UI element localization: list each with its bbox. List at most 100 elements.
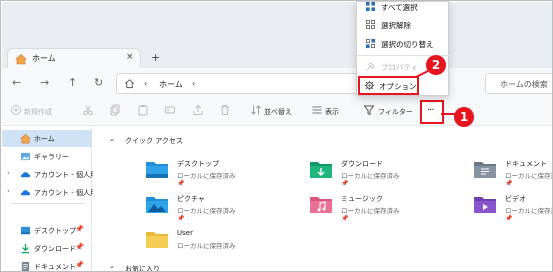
menu-item-label: 選択の切り替え	[381, 40, 434, 49]
folder-status: ローカルに保存済み	[505, 172, 552, 180]
folder-status: ローカルに保存済み	[177, 172, 236, 180]
breadcrumb-chevron[interactable]: ›	[192, 79, 195, 88]
refresh-button[interactable]: ↻	[94, 76, 103, 89]
delete-icon[interactable]	[219, 104, 231, 116]
folder-name: User	[177, 229, 193, 237]
sidebar-item-label: アカウント - 個人用	[34, 171, 97, 179]
pin-icon: 📌	[75, 225, 84, 233]
pictures-folder-icon	[146, 197, 168, 213]
sidebar-item-label: デスクトップ	[34, 227, 76, 235]
pin-icon: 📌	[505, 180, 513, 187]
sidebar-item-onedrive-2[interactable]: › アカウント - 個人用	[2, 184, 97, 201]
downloads-folder-icon	[310, 162, 332, 178]
folder-music[interactable]: ミュージック ローカルに保存済み 📌	[309, 191, 459, 225]
chevron-down-icon[interactable]: ⌄	[109, 262, 115, 270]
filter-icon	[363, 105, 375, 116]
menu-item-select-none[interactable]: 選択解除	[357, 16, 450, 33]
menu-item-select-all[interactable]: すべて選択	[357, 1, 450, 15]
ellipsis-icon: ···	[427, 105, 434, 116]
new-icon	[11, 105, 21, 115]
select-none-icon	[366, 20, 375, 29]
download-icon	[21, 243, 30, 254]
onedrive-icon	[20, 190, 31, 196]
folder-name: デスクトップ	[177, 160, 219, 168]
chevron-right-icon[interactable]: ›	[7, 169, 10, 177]
breadcrumb-separator: ›	[144, 79, 148, 88]
properties-icon	[366, 62, 375, 71]
desktop-icon	[20, 226, 31, 235]
pin-icon: 📌	[341, 180, 349, 187]
onedrive-icon	[20, 172, 31, 178]
folder-status: ローカルに保存済み	[177, 242, 236, 250]
sidebar-item-label: ドキュメント	[34, 263, 76, 271]
menu-item-options[interactable]: オプション	[358, 76, 419, 95]
tab-close-button[interactable]: ×	[126, 52, 134, 62]
sidebar-item-label: ギャラリー	[34, 153, 69, 161]
music-folder-icon	[310, 197, 332, 213]
sort-button[interactable]: 並べ替え	[264, 107, 292, 117]
documents-folder-icon	[474, 162, 496, 178]
folder-user[interactable]: User ローカルに保存済み	[145, 226, 295, 260]
sidebar-item-onedrive-1[interactable]: › アカウント - 個人用	[2, 166, 97, 183]
address-row: ← → ↑ ↻ › ホーム › ホームの検索	[2, 68, 552, 98]
folder-downloads[interactable]: ダウンロード ローカルに保存済み 📌	[309, 156, 459, 190]
documents-icon	[21, 261, 30, 271]
options-gear-icon	[364, 80, 375, 91]
tab-home[interactable]: ホーム ×	[7, 48, 141, 70]
paste-icon[interactable]	[137, 104, 149, 116]
folder-desktop[interactable]: デスクトップ ローカルに保存済み 📌	[145, 156, 295, 190]
rename-icon[interactable]	[164, 104, 176, 116]
folder-pictures[interactable]: ピクチャ ローカルに保存済み 📌	[145, 191, 295, 225]
sidebar-item-label: ホーム	[34, 135, 55, 143]
select-all-icon	[365, 1, 376, 12]
pin-icon: 📌	[75, 261, 84, 269]
sidebar-item-home[interactable]: ホーム	[2, 130, 92, 147]
copy-icon[interactable]	[109, 104, 121, 116]
invert-selection-icon	[365, 38, 376, 49]
folder-name: ダウンロード	[341, 160, 383, 168]
pin-icon: 📌	[341, 215, 349, 222]
annotation-badge-1: 1	[454, 107, 474, 127]
filter-button[interactable]: フィルター	[378, 107, 413, 117]
menu-item-label: オプション	[379, 82, 417, 91]
home-outline-icon	[125, 79, 134, 89]
pin-icon: 📌	[177, 180, 185, 187]
folder-documents[interactable]: ドキュメント ローカルに保存済み 📌	[473, 156, 552, 190]
menu-item-invert-selection[interactable]: 選択の切り替え	[357, 35, 450, 52]
chevron-down-icon[interactable]: ⌄	[109, 135, 115, 143]
annotation-connector	[416, 70, 429, 78]
sidebar-item-gallery[interactable]: ギャラリー	[2, 148, 92, 165]
sidebar-item-downloads[interactable]: ダウンロード 📌	[2, 240, 92, 257]
tab-title: ホーム	[32, 54, 56, 63]
folder-name: ビデオ	[505, 195, 526, 203]
menu-item-label: すべて選択	[381, 3, 418, 12]
sidebar-item-desktop[interactable]: デスクトップ 📌	[2, 222, 92, 239]
breadcrumb-home[interactable]: ホーム	[159, 79, 183, 90]
new-tab-button[interactable]: +	[151, 51, 160, 64]
content-pane: ⌄ クイック アクセス デスクトップ ローカルに保存済み 📌 ダウンロード ロー…	[93, 126, 552, 271]
quick-access-header[interactable]: クイック アクセス	[125, 136, 183, 146]
chevron-right-icon[interactable]: ›	[7, 187, 10, 195]
cut-icon[interactable]	[82, 104, 94, 116]
folder-status: ローカルに保存済み	[341, 172, 400, 180]
favorites-header[interactable]: お気に入り	[125, 264, 160, 271]
search-box[interactable]: ホームの検索	[485, 73, 552, 94]
home-icon	[20, 134, 31, 144]
pin-icon: 📌	[505, 215, 513, 222]
menu-item-label: プロパティ	[381, 63, 419, 72]
new-button[interactable]: 新規作成	[24, 107, 52, 117]
sidebar-item-documents[interactable]: ドキュメント 📌	[2, 258, 92, 271]
up-button[interactable]: ↑	[68, 76, 77, 89]
search-input[interactable]: ホームの検索	[500, 79, 548, 90]
folder-status: ローカルに保存済み	[505, 207, 552, 215]
share-icon[interactable]	[192, 104, 204, 116]
sidebar-item-label: ダウンロード	[34, 245, 76, 253]
sort-icon	[251, 105, 261, 115]
menu-item-label: 選択解除	[381, 21, 411, 30]
folder-name: ミュージック	[341, 195, 383, 203]
forward-button[interactable]: →	[40, 76, 49, 89]
desktop-folder-icon	[146, 162, 168, 178]
folder-videos[interactable]: ビデオ ローカルに保存済み 📌	[473, 191, 552, 225]
back-button[interactable]: ←	[12, 76, 21, 89]
view-button[interactable]: 表示	[325, 107, 339, 117]
